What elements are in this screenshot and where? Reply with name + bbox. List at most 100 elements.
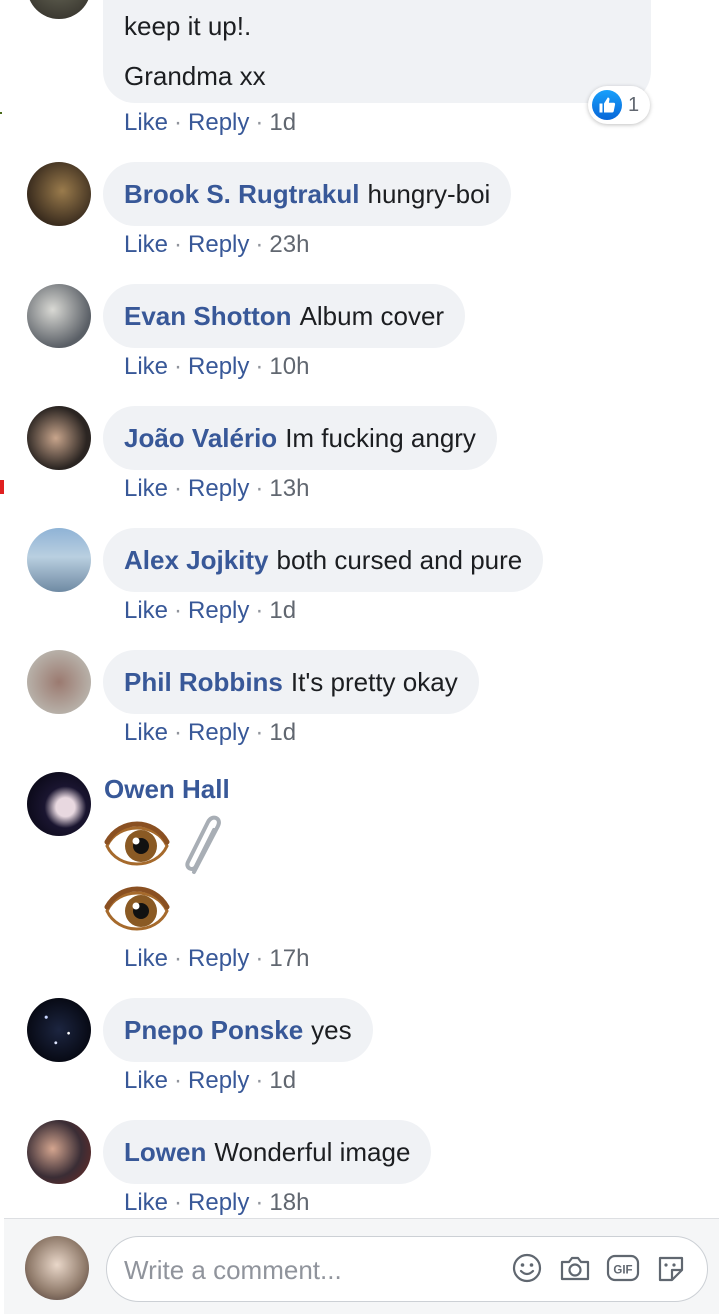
reaction-count: 1 [628, 93, 640, 116]
reply-link[interactable]: Reply [188, 231, 249, 258]
avatar[interactable] [27, 284, 91, 348]
reply-link[interactable]: Reply [188, 945, 249, 972]
avatar[interactable] [27, 528, 91, 592]
comment-bubble: João Valério Im fucking angry [103, 406, 497, 470]
comment-author[interactable]: Pnepo Ponske [124, 1017, 303, 1043]
gif-label: GIF [613, 1265, 632, 1277]
comment-bubble: Alex Jojkity both cursed and pure [103, 528, 544, 592]
separator-dot: · [174, 109, 183, 136]
avatar[interactable] [27, 650, 91, 714]
comment-actions: Like · Reply · 23h [124, 231, 309, 259]
comment-text: Album cover [299, 301, 445, 331]
separator-dot: · [174, 719, 183, 746]
eye-emoji [104, 886, 170, 931]
comment-bubble: Lowen Wonderful image [103, 1120, 432, 1184]
comment-actions: Like · Reply · 1d [124, 597, 296, 625]
timestamp[interactable]: 1d [269, 597, 296, 624]
comment-actions: Like · Reply · 1d [124, 719, 296, 747]
sticker-icon[interactable] [654, 1252, 688, 1286]
separator-dot: · [174, 597, 183, 624]
separator-dot: · [174, 1067, 183, 1094]
smiley-icon[interactable] [511, 1252, 543, 1284]
separator-dot: · [255, 475, 264, 502]
comment-bubble: Phil Robbins It's pretty okay [103, 650, 479, 714]
like-link[interactable]: Like [124, 597, 168, 624]
gif-icon[interactable]: GIF [606, 1252, 640, 1284]
like-link[interactable]: Like [124, 109, 168, 136]
comment-author[interactable]: João Valério [124, 425, 277, 451]
comment-text: hungry-boi [367, 179, 491, 209]
comment-actions: Like · Reply · 13h [124, 475, 309, 503]
comment-actions: Like · Reply · 1d [124, 109, 296, 137]
comment-actions: Like · Reply · 10h [124, 353, 309, 381]
comment-bubble: Pnepo Ponske yes [103, 998, 373, 1062]
comment-bubble: Brook S. Rugtrakul hungry-boi [103, 162, 512, 226]
like-link[interactable]: Like [124, 231, 168, 258]
camera-icon[interactable] [558, 1252, 592, 1284]
reply-link[interactable]: Reply [188, 1067, 249, 1094]
separator-dot: · [255, 597, 264, 624]
separator-dot: · [174, 1189, 183, 1216]
separator-dot: · [174, 475, 183, 502]
comment-author[interactable]: Alex Jojkity [124, 547, 269, 573]
timestamp[interactable]: 18h [269, 1189, 309, 1216]
like-link[interactable]: Like [124, 353, 168, 380]
like-link[interactable]: Like [124, 1189, 168, 1216]
like-link[interactable]: Like [124, 945, 168, 972]
comment-author[interactable]: Brook S. Rugtrakul [124, 181, 359, 207]
separator-dot: · [255, 109, 264, 136]
separator-dot: · [174, 231, 183, 258]
edge-mark [0, 480, 4, 494]
timestamp[interactable]: 17h [269, 945, 309, 972]
separator-dot: · [255, 231, 264, 258]
avatar[interactable] [27, 998, 91, 1062]
thumbs-up-icon [592, 90, 622, 120]
comment-actions: Like · Reply · 18h [124, 1189, 309, 1217]
separator-dot: · [255, 719, 264, 746]
like-link[interactable]: Like [124, 475, 168, 502]
comment-author[interactable]: Evan Shotton [124, 303, 292, 329]
eye-emoji [104, 821, 170, 866]
current-user-avatar [25, 1236, 89, 1300]
comment-text: Grandma xx [124, 61, 266, 91]
timestamp[interactable]: 23h [269, 231, 309, 258]
separator-dot: · [255, 945, 264, 972]
avatar[interactable] [27, 0, 91, 19]
avatar[interactable] [27, 406, 91, 470]
comment-text: keep it up!. [124, 11, 252, 41]
reply-link[interactable]: Reply [188, 719, 249, 746]
comment-text: both cursed and pure [276, 545, 523, 575]
timestamp[interactable]: 10h [269, 353, 309, 380]
comment-author[interactable]: Lowen [124, 1139, 206, 1165]
comment-actions: Like · Reply · 1d [124, 1067, 296, 1095]
comment-bubble: Evan Shotton Album cover [103, 284, 466, 348]
edge-mark [0, 112, 2, 114]
like-link[interactable]: Like [124, 719, 168, 746]
comment-input-placeholder: Write a comment... [124, 1255, 342, 1285]
separator-dot: · [174, 945, 183, 972]
reply-link[interactable]: Reply [188, 353, 249, 380]
separator-dot: · [255, 1067, 264, 1094]
separator-dot: · [174, 353, 183, 380]
reply-link[interactable]: Reply [188, 109, 249, 136]
timestamp[interactable]: 1d [269, 109, 296, 136]
reply-link[interactable]: Reply [188, 1189, 249, 1216]
reply-link[interactable]: Reply [188, 475, 249, 502]
comment-text: It's pretty okay [290, 667, 458, 697]
avatar[interactable] [27, 772, 91, 836]
avatar[interactable] [27, 1120, 91, 1184]
comment-text: Im fucking angry [285, 423, 476, 453]
separator-dot: · [255, 1189, 264, 1216]
timestamp[interactable]: 1d [269, 1067, 296, 1094]
comment-text: yes [311, 1015, 352, 1045]
comment-author[interactable]: Phil Robbins [124, 669, 283, 695]
comment-author[interactable]: Owen Hall [104, 774, 230, 805]
timestamp[interactable]: 1d [269, 719, 296, 746]
paperclip-emoji [185, 815, 221, 874]
like-link[interactable]: Like [124, 1067, 168, 1094]
avatar[interactable] [27, 162, 91, 226]
reply-link[interactable]: Reply [188, 597, 249, 624]
timestamp[interactable]: 13h [269, 475, 309, 502]
comment-bubble: keep it up!. Grandma xx [103, 0, 651, 103]
reaction-summary[interactable]: 1 [588, 86, 650, 124]
